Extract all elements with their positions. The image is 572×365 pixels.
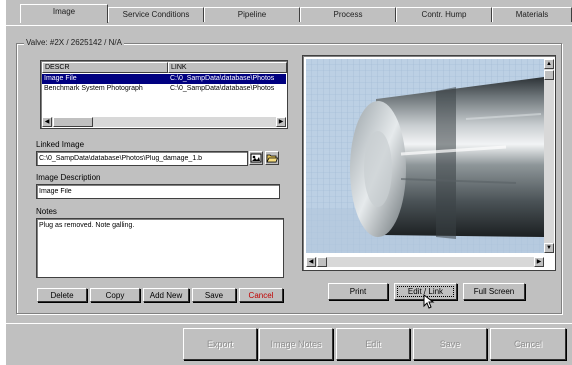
cancel-button[interactable]: Cancel bbox=[490, 328, 566, 360]
image-list[interactable]: DESCR LINK Image File C:\0_SampData\data… bbox=[40, 60, 288, 129]
row-descr: Image File bbox=[44, 75, 77, 82]
scroll-left-icon[interactable]: ◀ bbox=[42, 117, 52, 127]
linked-image-input[interactable] bbox=[36, 151, 248, 166]
application-window: Image Service Conditions Pipeline Proces… bbox=[6, 0, 572, 365]
viewer-vertical-scrollbar[interactable]: ▲ ▼ bbox=[544, 59, 554, 253]
column-header-link[interactable]: LINK bbox=[168, 62, 287, 73]
row-descr: Benchmark System Photograph bbox=[44, 85, 143, 92]
mouse-cursor-icon bbox=[423, 293, 435, 310]
notes-textarea[interactable]: Plug as removed. Note galling. bbox=[36, 218, 284, 278]
tab-materials[interactable]: Materials bbox=[492, 7, 572, 22]
print-button[interactable]: Print bbox=[328, 283, 388, 300]
image-browse-icon[interactable] bbox=[249, 151, 263, 165]
command-bar: Export Image Notes Edit Save Cancel bbox=[6, 323, 572, 365]
tab-image[interactable]: Image bbox=[20, 4, 108, 23]
scroll-thumb[interactable] bbox=[544, 70, 554, 80]
scroll-right-icon[interactable]: ▶ bbox=[534, 257, 544, 267]
tab-process[interactable]: Process bbox=[300, 7, 396, 22]
scroll-right-icon[interactable]: ▶ bbox=[276, 117, 286, 127]
folder-open-icon[interactable] bbox=[265, 151, 279, 165]
cancel-record-button[interactable]: Cancel bbox=[239, 288, 283, 302]
list-horizontal-scrollbar[interactable]: ◀ ▶ bbox=[42, 117, 286, 127]
scroll-thumb[interactable] bbox=[53, 117, 93, 127]
image-description-label: Image Description bbox=[36, 173, 101, 182]
viewer-horizontal-scrollbar[interactable]: ◀ ▶ bbox=[306, 257, 544, 267]
copy-button[interactable]: Copy bbox=[90, 288, 140, 302]
delete-button[interactable]: Delete bbox=[37, 288, 87, 302]
image-description-input[interactable] bbox=[36, 184, 280, 199]
column-header-descr[interactable]: DESCR bbox=[42, 62, 168, 73]
tab-contr-hump[interactable]: Contr. Hump bbox=[396, 7, 492, 22]
save-record-button[interactable]: Save bbox=[192, 288, 236, 302]
scroll-thumb[interactable] bbox=[317, 257, 327, 267]
row-link: C:\0_SampData\database\Photos bbox=[170, 75, 275, 82]
add-new-button[interactable]: Add New bbox=[143, 288, 189, 302]
save-button[interactable]: Save bbox=[413, 328, 487, 360]
notes-label: Notes bbox=[36, 207, 57, 216]
export-button[interactable]: Export bbox=[183, 328, 257, 360]
tab-divider bbox=[6, 25, 572, 26]
list-row[interactable]: Image File C:\0_SampData\database\Photos bbox=[42, 74, 286, 84]
image-viewer: ▲ ▼ ◀ ▶ bbox=[302, 55, 556, 271]
frame-title: Valve: #2X / 2625142 / N/A bbox=[24, 38, 124, 47]
list-row[interactable]: Benchmark System Photograph C:\0_SampDat… bbox=[42, 84, 286, 94]
tab-pipeline[interactable]: Pipeline bbox=[204, 7, 300, 22]
scroll-up-icon[interactable]: ▲ bbox=[544, 59, 554, 69]
scroll-down-icon[interactable]: ▼ bbox=[544, 243, 554, 253]
edit-button[interactable]: Edit bbox=[336, 328, 410, 360]
full-screen-button[interactable]: Full Screen bbox=[463, 283, 525, 300]
tab-service-conditions[interactable]: Service Conditions bbox=[108, 7, 204, 22]
scroll-left-icon[interactable]: ◀ bbox=[306, 257, 316, 267]
valve-plug-photo bbox=[306, 59, 544, 253]
row-link: C:\0_SampData\database\Photos bbox=[170, 85, 275, 92]
linked-image-label: Linked Image bbox=[36, 140, 85, 149]
image-notes-button[interactable]: Image Notes bbox=[259, 328, 333, 360]
tab-strip: Image Service Conditions Pipeline Proces… bbox=[6, 4, 572, 26]
